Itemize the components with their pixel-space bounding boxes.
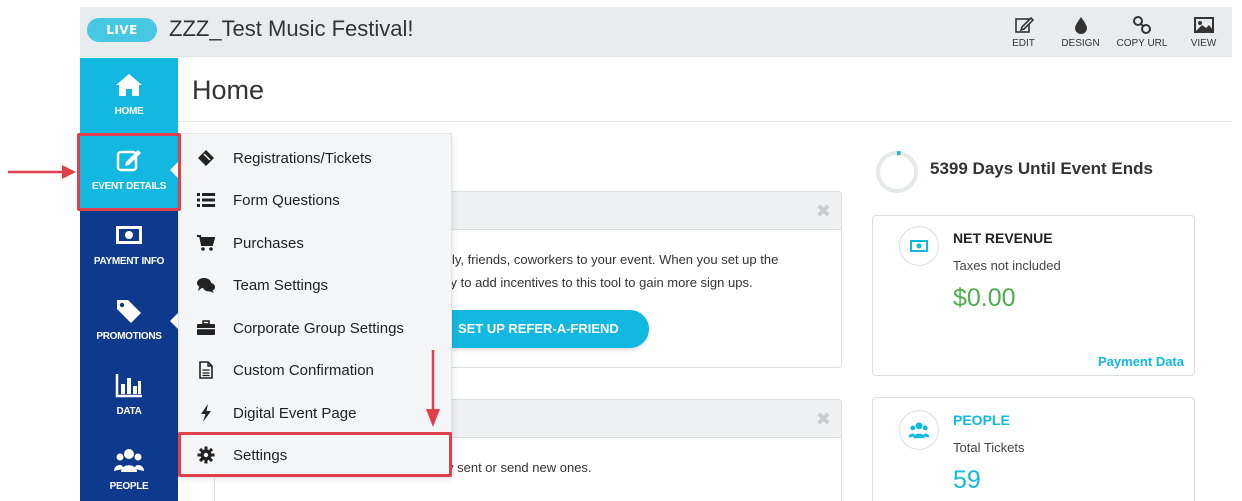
menu-item-label: Custom Confirmation	[233, 361, 374, 379]
cart-icon	[197, 235, 215, 251]
money-icon	[116, 226, 142, 244]
edit-label: EDIT	[1012, 38, 1035, 49]
edit-icon	[1014, 16, 1034, 33]
home-icon	[116, 74, 142, 96]
sidebar-item-payment-info[interactable]: PAYMENT INFO	[80, 208, 178, 283]
copy-url-label: COPY URL	[1116, 38, 1168, 49]
top-bar: LIVE ZZZ_Test Music Festival! EDIT DESIG…	[80, 7, 1232, 57]
countdown-ring	[876, 151, 918, 193]
link-icon	[1133, 16, 1151, 34]
sidebar-item-label: PEOPLE	[109, 481, 149, 492]
page-title: Home	[192, 75, 265, 105]
menu-item-team-settings[interactable]: Team Settings	[179, 264, 451, 306]
menu-item-label: Digital Event Page	[233, 404, 357, 422]
close-icon[interactable]: ✖	[816, 409, 831, 430]
people-title: PEOPLE	[953, 412, 1010, 428]
title-divider	[178, 121, 1232, 122]
droplet-icon	[1074, 17, 1087, 34]
people-card: PEOPLE Total Tickets 59	[872, 397, 1195, 501]
highlight-settings	[178, 432, 452, 477]
payment-data-link[interactable]: Payment Data	[1098, 354, 1184, 369]
sidebar: HOME EVENT DETAILS PAYMENT INFO PROMOTIO…	[80, 58, 179, 501]
copy-url-button[interactable]: COPY URL	[1109, 7, 1175, 57]
header-toolbar: EDIT DESIGN COPY URL VIEW	[995, 7, 1232, 57]
menu-item-digital-event-page[interactable]: Digital Event Page	[179, 392, 451, 434]
menu-item-corporate-group-settings[interactable]: Corporate Group Settings	[179, 307, 451, 349]
menu-item-custom-confirmation[interactable]: Custom Confirmation	[179, 349, 451, 391]
sidebar-item-label: DATA	[116, 406, 142, 417]
list-icon	[197, 193, 215, 207]
highlight-event-details	[77, 133, 181, 211]
menu-item-label: Form Questions	[233, 191, 340, 209]
tag-icon	[117, 300, 141, 323]
sidebar-item-label: HOME	[114, 106, 144, 117]
countdown-text: 5399 Days Until Event Ends	[930, 159, 1153, 178]
net-revenue-card: NET REVENUE Taxes not included $0.00 Pay…	[872, 215, 1195, 376]
money-icon	[899, 226, 939, 266]
close-icon[interactable]: ✖	[816, 201, 831, 222]
sidebar-item-data[interactable]: DATA	[80, 358, 178, 433]
people-subtitle: Total Tickets	[953, 440, 1025, 455]
menu-item-purchases[interactable]: Purchases	[179, 222, 451, 264]
menu-item-label: Corporate Group Settings	[233, 319, 404, 337]
event-title: ZZZ_Test Music Festival!	[169, 16, 414, 41]
arrow-down-icon	[426, 350, 440, 427]
menu-item-registrations-tickets[interactable]: Registrations/Tickets	[179, 137, 451, 179]
document-icon	[199, 361, 213, 379]
ticket-icon	[198, 150, 214, 166]
refer-text-line1: amily, friends, coworkers to your event.…	[431, 252, 779, 267]
people-icon	[899, 410, 939, 450]
menu-item-label: Team Settings	[233, 276, 329, 294]
live-status-badge: LIVE	[87, 18, 157, 42]
people-icon	[114, 449, 144, 472]
net-revenue-subtitle: Taxes not included	[953, 258, 1061, 273]
edit-button[interactable]: EDIT	[995, 7, 1052, 57]
design-button[interactable]: DESIGN	[1052, 7, 1109, 57]
view-button[interactable]: VIEW	[1175, 7, 1232, 57]
bar-chart-icon	[115, 374, 142, 398]
briefcase-icon	[197, 320, 215, 335]
messages-text: y sent or send new ones.	[447, 460, 592, 475]
menu-item-label: Purchases	[233, 234, 304, 252]
sidebar-item-promotions[interactable]: PROMOTIONS	[80, 283, 179, 358]
menu-item-form-questions[interactable]: Form Questions	[179, 179, 451, 221]
event-details-flyout-menu: Registrations/Tickets Form Questions Pur…	[178, 133, 452, 478]
sidebar-item-home[interactable]: HOME	[80, 58, 178, 133]
arrow-right-icon	[8, 165, 76, 179]
sidebar-item-label: PAYMENT INFO	[93, 256, 165, 267]
view-label: VIEW	[1190, 38, 1217, 49]
sidebar-item-people[interactable]: PEOPLE	[80, 433, 178, 501]
image-icon	[1193, 17, 1214, 33]
design-label: DESIGN	[1061, 38, 1100, 49]
refer-text-line2: bility to add incentives to this tool to…	[431, 275, 753, 290]
bolt-icon	[201, 404, 211, 422]
net-revenue-value: $0.00	[953, 284, 1016, 312]
menu-item-label: Registrations/Tickets	[233, 149, 372, 167]
sidebar-item-label: PROMOTIONS	[96, 331, 162, 342]
chat-icon	[197, 278, 215, 293]
people-value: 59	[953, 466, 981, 494]
net-revenue-title: NET REVENUE	[953, 230, 1053, 246]
